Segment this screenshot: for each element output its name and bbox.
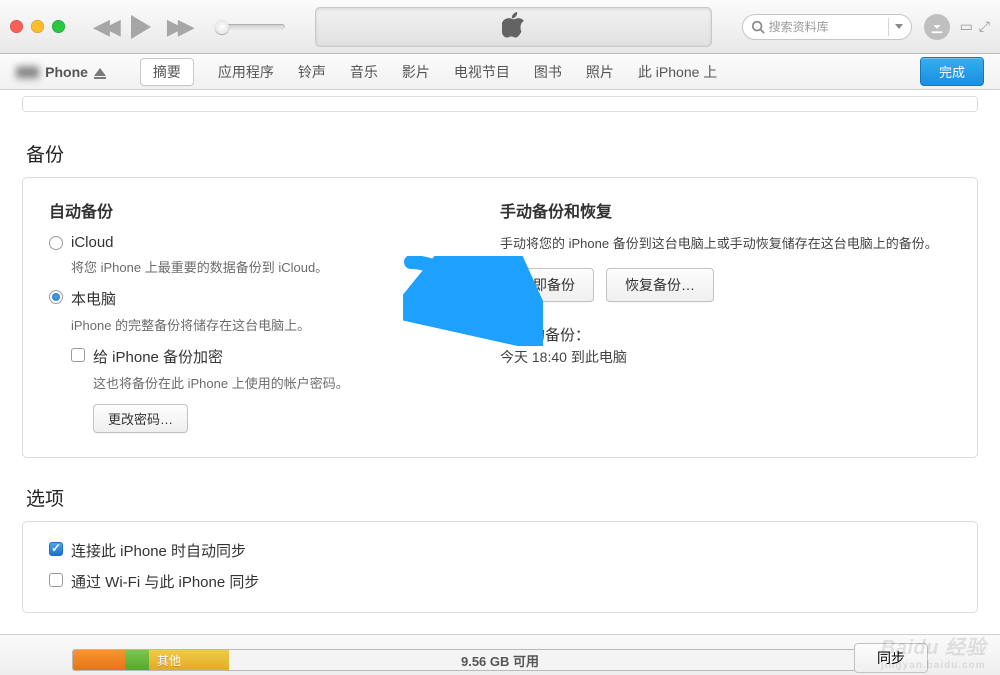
device-name-redacted: ▮▮▮	[16, 63, 39, 80]
options-heading: 选项	[26, 484, 978, 511]
tab-books[interactable]: 图书	[534, 62, 562, 82]
tab-apps[interactable]: 应用程序	[218, 62, 274, 82]
local-radio-row[interactable]: 本电脑	[49, 288, 500, 309]
icloud-radio-row[interactable]: iCloud	[49, 234, 500, 251]
close-window-button[interactable]	[10, 20, 23, 33]
manual-backup-column: 手动备份和恢复 手动将您的 iPhone 备份到这台电脑上或手动恢复储存在这台电…	[500, 198, 951, 433]
latest-backup-label: 最新的备份：	[500, 324, 951, 345]
wifi-sync-label: 通过 Wi-Fi 与此 iPhone 同步	[71, 571, 259, 592]
fullscreen-button[interactable]: ⤢	[979, 18, 990, 35]
local-label: 本电脑	[71, 288, 116, 309]
next-track-button[interactable]	[167, 14, 189, 40]
chevron-down-icon[interactable]	[895, 24, 903, 29]
tab-on-this-iphone[interactable]: 此 iPhone 上	[638, 62, 717, 82]
mini-player-button[interactable]: ▭	[960, 18, 973, 35]
apple-logo-icon	[502, 12, 524, 41]
done-button[interactable]: 完成	[920, 57, 984, 86]
tab-photos[interactable]: 照片	[586, 62, 614, 82]
wifi-sync-row[interactable]: 通过 Wi-Fi 与此 iPhone 同步	[49, 571, 951, 592]
capacity-footer: 其他 9.56 GB 可用 同步 Baidu 经验 jingyan.baidu.…	[0, 634, 1000, 675]
options-panel: 连接此 iPhone 时自动同步 通过 Wi-Fi 与此 iPhone 同步	[22, 521, 978, 613]
device-name-suffix: Phone	[45, 64, 88, 80]
backup-now-button[interactable]: 立即备份	[500, 268, 594, 302]
radio-local[interactable]	[49, 290, 63, 304]
window-titlebar: 搜索资料库 ▭ ⤢	[0, 0, 1000, 54]
tab-music[interactable]: 音乐	[350, 62, 378, 82]
capacity-free-label: 9.56 GB 可用	[73, 650, 927, 670]
encrypt-label: 给 iPhone 备份加密	[93, 346, 223, 367]
search-icon	[751, 20, 765, 37]
zoom-window-button[interactable]	[52, 20, 65, 33]
backup-heading: 备份	[26, 140, 978, 167]
encrypt-check-row[interactable]: 给 iPhone 备份加密	[71, 346, 500, 367]
auto-backup-title: 自动备份	[49, 198, 500, 222]
device-tabbar: ▮▮▮ Phone 摘要 应用程序 铃声 音乐 影片 电视节目 图书 照片 此 …	[0, 54, 1000, 90]
checkbox-auto-sync[interactable]	[49, 542, 63, 556]
downloads-button[interactable]	[924, 14, 950, 40]
now-playing-lcd	[315, 7, 712, 47]
traffic-lights	[10, 20, 65, 33]
playback-controls	[93, 14, 285, 40]
change-password-button[interactable]: 更改密码…	[93, 404, 188, 433]
tab-movies[interactable]: 影片	[402, 62, 430, 82]
encrypt-desc: 这也将备份在此 iPhone 上使用的帐户密码。	[93, 373, 500, 392]
search-input[interactable]: 搜索资料库	[742, 14, 912, 40]
radio-icloud[interactable]	[49, 236, 63, 250]
device-name[interactable]: ▮▮▮ Phone	[16, 63, 106, 80]
auto-sync-row[interactable]: 连接此 iPhone 时自动同步	[49, 540, 951, 561]
checkbox-wifi-sync[interactable]	[49, 573, 63, 587]
local-desc: iPhone 的完整备份将储存在这台电脑上。	[71, 315, 500, 334]
play-button[interactable]	[131, 15, 151, 39]
capacity-bar[interactable]: 其他 9.56 GB 可用	[72, 649, 928, 671]
summary-content: 备份 自动备份 iCloud 将您 iPhone 上最重要的数据备份到 iClo…	[0, 90, 1000, 613]
backup-panel: 自动备份 iCloud 将您 iPhone 上最重要的数据备份到 iCloud。…	[22, 177, 978, 458]
sync-button[interactable]: 同步	[854, 643, 928, 673]
restore-backup-button[interactable]: 恢复备份…	[606, 268, 714, 302]
search-separator	[888, 18, 889, 36]
checkbox-encrypt[interactable]	[71, 348, 85, 362]
minimize-window-button[interactable]	[31, 20, 44, 33]
previous-track-button[interactable]	[93, 14, 115, 40]
auto-sync-label: 连接此 iPhone 时自动同步	[71, 540, 246, 561]
search-area: 搜索资料库	[742, 14, 950, 40]
tab-tones[interactable]: 铃声	[298, 62, 326, 82]
tab-tv[interactable]: 电视节目	[454, 62, 510, 82]
tab-summary[interactable]: 摘要	[140, 58, 194, 86]
icloud-desc: 将您 iPhone 上最重要的数据备份到 iCloud。	[71, 257, 500, 276]
window-extra-controls: ▭ ⤢	[960, 18, 990, 35]
auto-backup-column: 自动备份 iCloud 将您 iPhone 上最重要的数据备份到 iCloud。…	[49, 198, 500, 433]
previous-panel-bottom	[22, 96, 978, 112]
manual-backup-desc: 手动将您的 iPhone 备份到这台电脑上或手动恢复储存在这台电脑上的备份。	[500, 234, 951, 254]
volume-thumb[interactable]	[215, 20, 229, 34]
latest-backup-value: 今天 18:40 到此电脑	[500, 347, 951, 367]
eject-icon[interactable]	[94, 68, 106, 76]
manual-backup-title: 手动备份和恢复	[500, 198, 951, 222]
search-placeholder: 搜索资料库	[769, 18, 829, 35]
icloud-label: iCloud	[71, 234, 114, 251]
volume-slider[interactable]	[215, 24, 285, 30]
